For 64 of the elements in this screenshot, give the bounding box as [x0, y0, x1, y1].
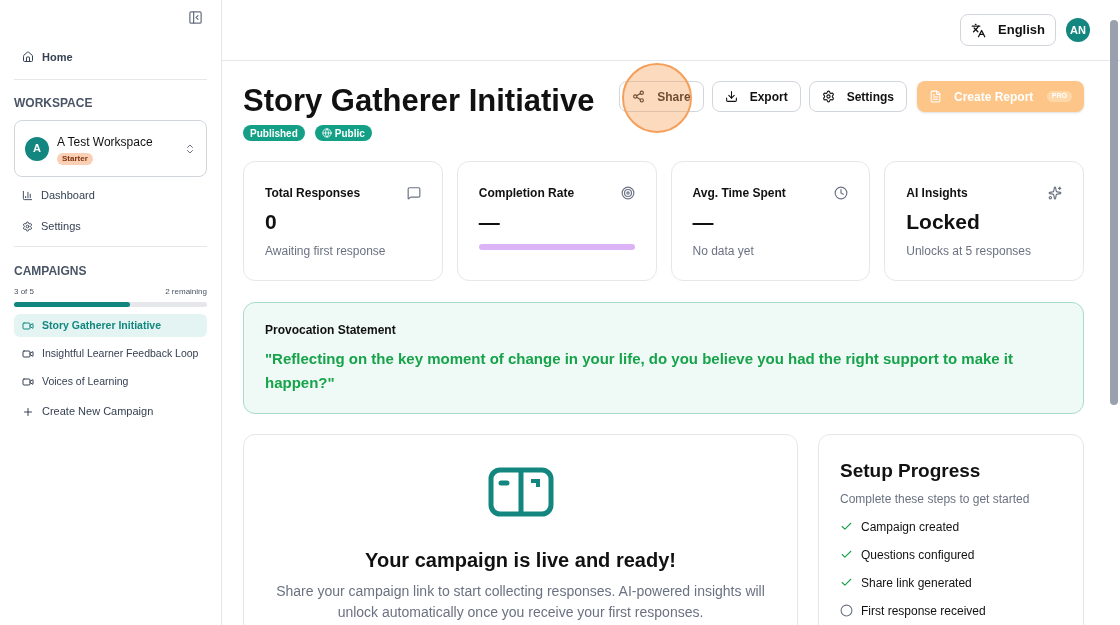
stat-title: Total Responses: [265, 185, 361, 202]
video-icon: [22, 347, 34, 360]
setup-step: Campaign created: [861, 517, 960, 536]
clock-icon: [834, 186, 849, 200]
provocation-label: Provocation Statement: [265, 322, 397, 339]
stat-value: —: [692, 209, 715, 235]
nav-item[interactable]: Dashboard: [14, 185, 207, 205]
stat-value: 0: [265, 209, 278, 235]
home-icon: [22, 51, 34, 63]
workspace-name: A Test Workspace: [57, 133, 153, 151]
stat-value: —: [478, 209, 501, 235]
home-link[interactable]: Home: [14, 47, 207, 67]
usage-count: 3 of 5: [14, 286, 34, 298]
setup-step: Share link generated: [861, 573, 972, 592]
setup-step: Questions configured: [861, 545, 975, 564]
setup-step: First response received: [861, 601, 986, 620]
plan-badge: Starter: [57, 152, 93, 165]
section-heading: WORKSPACE: [14, 95, 94, 112]
globe-icon: [321, 128, 332, 138]
action-button[interactable]: Share: [619, 81, 704, 112]
stat-title: AI Insights: [906, 185, 968, 202]
plus-icon: [22, 405, 34, 418]
usage-remaining: 2 remaining: [165, 286, 207, 298]
live-title: Your campaign is live and ready!: [365, 548, 676, 573]
setup-subtitle: Complete these steps to get started: [840, 490, 1031, 508]
live-description: Share your campaign link to start collecting responses. AI-powered insights will unlock automatically once you receive your first responses.: [275, 582, 766, 622]
provocation-text: "Reflecting on the key moment of change in your life, do you believe you had the right support to make it happen?": [265, 349, 1015, 393]
page-title: Story Gatherer Initiative: [243, 82, 595, 120]
settings-icon: [821, 90, 835, 103]
chevrons-icon: [184, 142, 196, 155]
campaign-item[interactable]: Insightful Learner Feedback Loop: [14, 342, 207, 365]
settings-icon: [22, 220, 33, 232]
nav-item[interactable]: Settings: [14, 216, 207, 236]
book-icon: [487, 467, 554, 517]
download-icon: [724, 90, 738, 103]
stat-note: Awaiting first response: [265, 242, 387, 260]
video-icon: [22, 375, 34, 388]
status-badge: Published: [243, 125, 305, 141]
stat-title: Completion Rate: [478, 185, 575, 202]
action-button[interactable]: Settings: [808, 81, 907, 112]
setup-title: Setup Progress: [840, 459, 982, 483]
language-button[interactable]: English: [960, 14, 1056, 46]
bar-chart-icon: [22, 189, 33, 201]
campaign-item[interactable]: Story Gatherer Initiative: [14, 314, 207, 337]
target-icon: [620, 186, 635, 200]
sparkles-icon: [1048, 186, 1062, 200]
stat-value: Locked: [906, 209, 981, 235]
share-icon: [632, 90, 646, 103]
document-icon: [929, 90, 942, 103]
workspace-switcher[interactable]: A A Test Workspace Starter: [14, 120, 207, 177]
collapse-sidebar-icon[interactable]: [188, 10, 203, 25]
create-campaign-link[interactable]: Create New Campaign: [14, 400, 207, 423]
action-button[interactable]: Export: [711, 81, 801, 112]
stat-note: No data yet: [692, 242, 755, 260]
translate-icon: [971, 22, 987, 38]
video-icon: [22, 319, 34, 332]
status-badge: Public: [314, 125, 372, 141]
campaign-item[interactable]: Voices of Learning: [14, 370, 207, 393]
user-avatar[interactable]: AN: [1066, 18, 1090, 42]
stat-note: Unlocks at 5 responses: [906, 242, 1032, 260]
workspace-avatar: A: [25, 136, 49, 161]
message-icon: [406, 186, 421, 200]
section-heading: CAMPAIGNS: [14, 263, 88, 280]
stat-title: Avg. Time Spent: [692, 185, 786, 202]
